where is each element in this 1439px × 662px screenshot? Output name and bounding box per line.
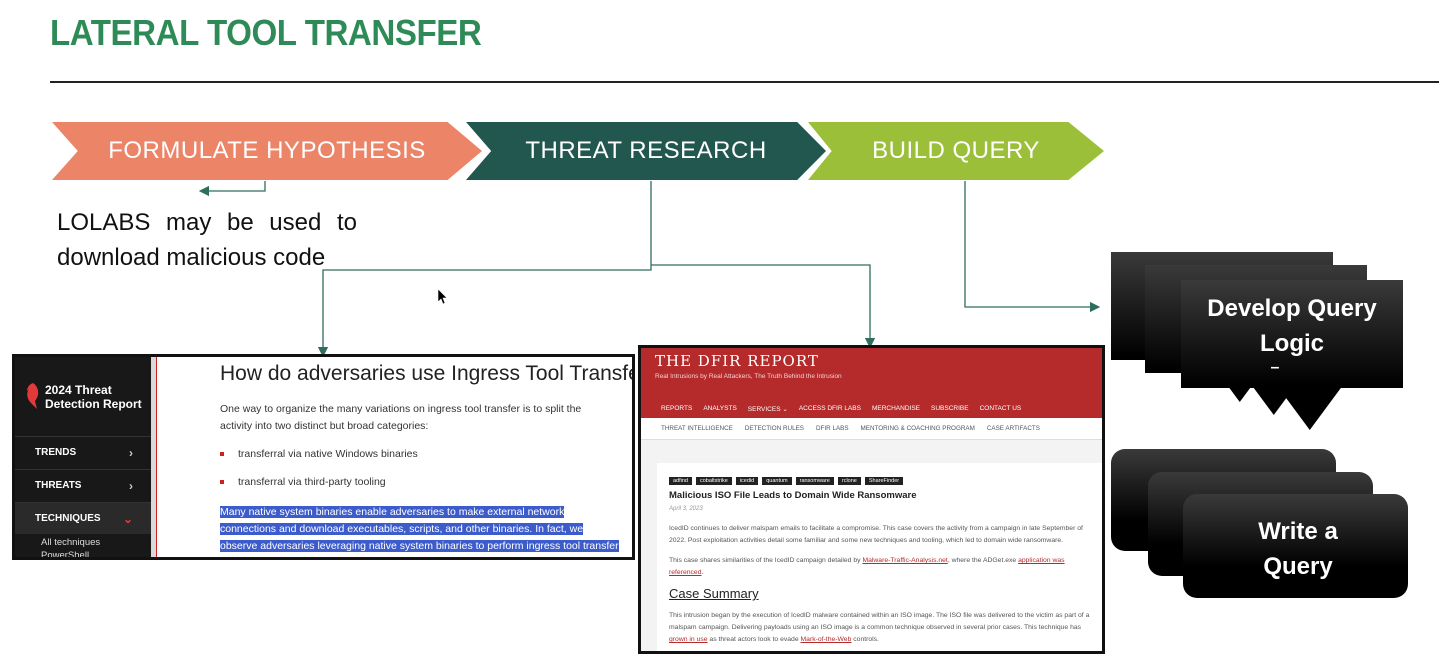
nav-threats[interactable]: THREATS › (15, 469, 151, 501)
step-formulate-hypothesis: FORMULATE HYPOTHESIS (52, 122, 482, 180)
hypothesis-text: LOLABS may be used to download malicious… (57, 209, 357, 271)
menu-item[interactable]: MERCHANDISE (872, 405, 920, 413)
dfir-submenu: THREAT INTELLIGENCE DETECTION RULES DFIR… (641, 418, 1102, 440)
menu-item[interactable]: SERVICES ⌄ (748, 405, 788, 413)
nav-trends[interactable]: TRENDS › (15, 436, 151, 468)
link[interactable]: Malware-Traffic-Analysis.net (862, 557, 947, 564)
step-threat-research: THREAT RESEARCH (466, 122, 826, 180)
chevron-down-icon: ⌄ (122, 511, 133, 526)
article-intro: One way to organize the many variations … (220, 403, 582, 432)
menu-item[interactable]: SUBSCRIBE (931, 405, 969, 413)
tag-badge[interactable]: rclone (837, 477, 861, 485)
article-paragraph: This case shares similarities of the Ice… (669, 557, 1065, 576)
article-title[interactable]: Malicious ISO File Leads to Domain Wide … (669, 490, 917, 501)
mouse-cursor-icon (437, 288, 448, 308)
list-item: transferral via native Windows binaries (220, 448, 418, 460)
red-bird-icon (25, 383, 41, 409)
tag-badge[interactable]: adfind (669, 477, 692, 485)
article-paragraph: This intrusion began by the execution of… (669, 612, 1090, 643)
tag-badge[interactable]: ShareFinder (864, 477, 904, 485)
submenu-item[interactable]: MENTORING & COACHING PROGRAM (861, 425, 975, 432)
submenu-item[interactable]: DFIR LABS (816, 425, 849, 432)
case-summary-heading: Case Summary (669, 586, 759, 601)
menu-item[interactable]: REPORTS (661, 405, 692, 413)
article-paragraph: IcedID continues to deliver malspam emai… (669, 525, 1083, 544)
report-logo: 2024 Threat Detection Report (25, 383, 155, 411)
menu-item[interactable]: ACCESS DFIR LABS (799, 405, 861, 413)
title-divider (50, 81, 1439, 83)
develop-query-logic-label: Develop Query Logic (1207, 295, 1377, 357)
submenu-item[interactable]: CASE ARTIFACTS (987, 425, 1040, 432)
sub-all-techniques[interactable]: All techniques (41, 537, 100, 548)
scrollbar[interactable] (151, 357, 157, 557)
link[interactable]: Mark-of-the-Web (801, 636, 852, 643)
article-date: April 3, 2023 (669, 506, 703, 512)
tag-badge[interactable]: cobaltstrike (696, 477, 732, 485)
chevron-right-icon: › (129, 445, 133, 460)
slide-title: LATERAL TOOL TRANSFER (50, 12, 482, 53)
dfir-article-card: adfind cobaltstrike icedid quantum ranso… (657, 463, 1102, 651)
dfir-header: THE DFIR REPORT Real Intrusions by Real … (641, 348, 1102, 418)
menu-item[interactable]: ANALYSTS (703, 405, 736, 413)
link[interactable]: grown in use (669, 636, 708, 643)
menu-item[interactable]: CONTACT US (980, 405, 1022, 413)
article-tags: adfind cobaltstrike icedid quantum ranso… (669, 477, 904, 485)
step-build-query: BUILD QUERY (808, 122, 1104, 180)
bullet-icon (220, 480, 224, 484)
article-heading: How do adversaries use Ingress Tool Tran… (220, 362, 635, 385)
highlighted-paragraph: Many native system binaries enable adver… (220, 504, 620, 557)
tag-badge[interactable]: icedid (735, 477, 759, 485)
research-connector-left (317, 181, 652, 358)
tag-badge[interactable]: ransomware (795, 477, 834, 485)
threat-detection-report-screenshot: 2024 Threat Detection Report TRENDS › TH… (12, 354, 635, 560)
nav-techniques[interactable]: TECHNIQUES ⌄ (15, 502, 151, 534)
dfir-menu: REPORTS ANALYSTS SERVICES ⌄ ACCESS DFIR … (661, 405, 1021, 413)
dfir-logo: THE DFIR REPORT (655, 352, 819, 370)
research-connector-right (651, 264, 876, 349)
card-dash: – (1270, 359, 1280, 376)
hypothesis-connector (198, 181, 266, 197)
tag-badge[interactable]: quantum (762, 477, 792, 485)
dfir-tagline: Real Intrusions by Real Attackers, The T… (655, 373, 842, 380)
dfir-report-screenshot: THE DFIR REPORT Real Intrusions by Real … (638, 345, 1105, 654)
list-item: transferral via third-party tooling (220, 476, 386, 488)
submenu-item[interactable]: DETECTION RULES (745, 425, 804, 432)
write-a-query-label: Write a Query (1258, 518, 1338, 580)
sub-powershell[interactable]: PowerShell (41, 550, 89, 557)
build-connector (964, 181, 1101, 313)
bullet-icon (220, 452, 224, 456)
chevron-right-icon: › (129, 478, 133, 493)
submenu-item[interactable]: THREAT INTELLIGENCE (661, 425, 733, 432)
report-sidebar: 2024 Threat Detection Report TRENDS › TH… (15, 357, 151, 557)
